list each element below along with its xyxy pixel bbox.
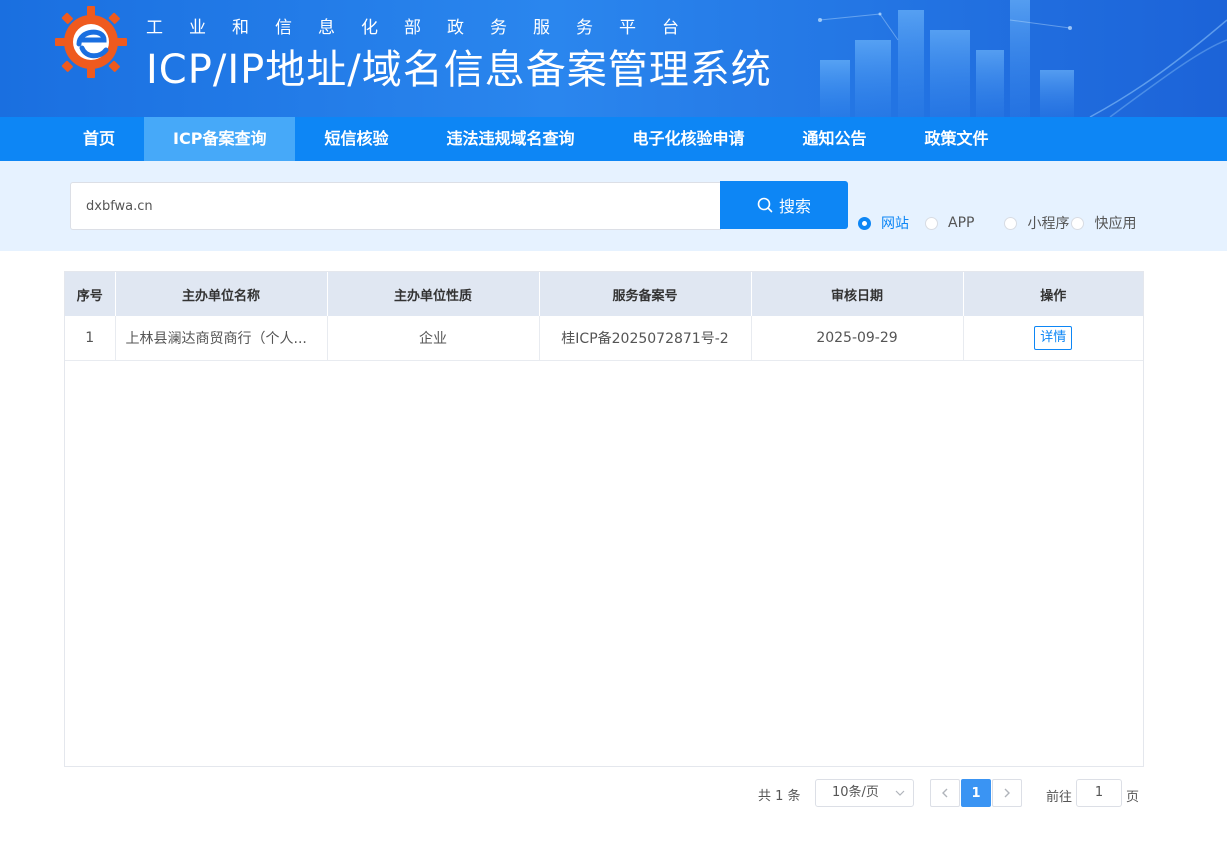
page-number-current[interactable]: 1 [961, 779, 991, 807]
cell-index: 1 [65, 316, 116, 361]
radio-app-label: APP [948, 215, 975, 231]
radio-quick-app-label: 快应用 [1094, 216, 1137, 232]
search-area: 搜索 网站 APP 小程序 快应用 [0, 161, 1227, 251]
chevron-left-icon [942, 788, 948, 798]
cell-date: 2025-09-29 [751, 316, 964, 361]
radio-website-label: 网站 [881, 216, 909, 232]
nav-item-policy-docs[interactable]: 政策文件 [896, 117, 1018, 161]
cell-action: 详情 [963, 316, 1143, 361]
city-skyline-decoration [818, 0, 1227, 117]
column-header-date: 审核日期 [751, 272, 964, 316]
header-banner: 工业和信息化部政务服务平台 ICP/IP地址/域名信息备案管理系统 [0, 0, 1227, 117]
pagination-total: 共 1 条 [758, 789, 801, 804]
page-size-select[interactable]: 10条/页 [815, 779, 914, 807]
miit-logo-icon [55, 6, 127, 78]
column-header-org-name: 主办单位名称 [115, 272, 328, 316]
radio-mini-program[interactable]: 小程序 [1004, 213, 1069, 233]
pagination: 共 1 条 10条/页 1 前往 1 页 [0, 779, 1227, 807]
radio-unchecked-icon [1004, 216, 1018, 230]
nav-item-home[interactable]: 首页 [54, 117, 144, 161]
radio-app[interactable]: APP [925, 215, 974, 231]
nav-item-illegal-domain-query[interactable]: 违法违规域名查询 [417, 117, 603, 161]
goto-page-input[interactable]: 1 [1076, 779, 1122, 807]
nav-item-notices[interactable]: 通知公告 [774, 117, 896, 161]
prev-page-button[interactable] [930, 779, 960, 807]
nav-item-electronic-verify-apply[interactable]: 电子化核验申请 [603, 117, 773, 161]
chevron-right-icon [1004, 788, 1010, 798]
column-header-org-type: 主办单位性质 [327, 272, 540, 316]
search-button[interactable]: 搜索 [720, 181, 848, 229]
chevron-down-icon [895, 790, 905, 796]
nav-item-icp-query[interactable]: ICP备案查询 [144, 117, 296, 161]
radio-unchecked-icon [1071, 216, 1085, 230]
radio-website[interactable]: 网站 [858, 213, 909, 233]
column-header-icp-number: 服务备案号 [539, 272, 752, 316]
table-row: 1 上林县澜达商贸商行（个人... 企业 桂ICP备2025072871号-2 … [65, 316, 1143, 361]
main-nav: 首页 ICP备案查询 短信核验 违法违规域名查询 电子化核验申请 通知公告 政策… [0, 117, 1227, 161]
query-type-radio-group: 网站 APP 小程序 快应用 [858, 213, 1146, 233]
cell-org-type: 企业 [327, 316, 540, 361]
page-size-value: 10条/页 [832, 785, 879, 800]
cell-icp-number: 桂ICP备2025072871号-2 [539, 316, 752, 361]
results-table: 序号 主办单位名称 主办单位性质 服务备案号 审核日期 操作 1 上林县澜达商贸… [64, 271, 1144, 767]
nav-item-sms-verify[interactable]: 短信核验 [295, 117, 417, 161]
radio-checked-icon [858, 216, 871, 230]
column-header-action: 操作 [963, 272, 1143, 316]
radio-unchecked-icon [925, 216, 938, 230]
radio-quick-app[interactable]: 快应用 [1071, 213, 1136, 233]
search-icon [757, 197, 773, 213]
table-header-row: 序号 主办单位名称 主办单位性质 服务备案号 审核日期 操作 [65, 272, 1143, 316]
page-unit-label: 页 [1126, 790, 1140, 805]
detail-button[interactable]: 详情 [1034, 325, 1073, 350]
goto-label: 前往 [1046, 790, 1073, 805]
platform-subtitle: 工业和信息化部政务服务平台 [146, 18, 705, 38]
radio-mini-program-label: 小程序 [1027, 216, 1070, 232]
page-title: ICP/IP地址/域名信息备案管理系统 [146, 47, 772, 93]
cell-org-name: 上林县澜达商贸商行（个人... [115, 316, 328, 361]
search-button-label: 搜索 [778, 197, 811, 216]
column-header-index: 序号 [65, 272, 116, 316]
next-page-button[interactable] [992, 779, 1022, 807]
search-input[interactable] [70, 182, 721, 230]
